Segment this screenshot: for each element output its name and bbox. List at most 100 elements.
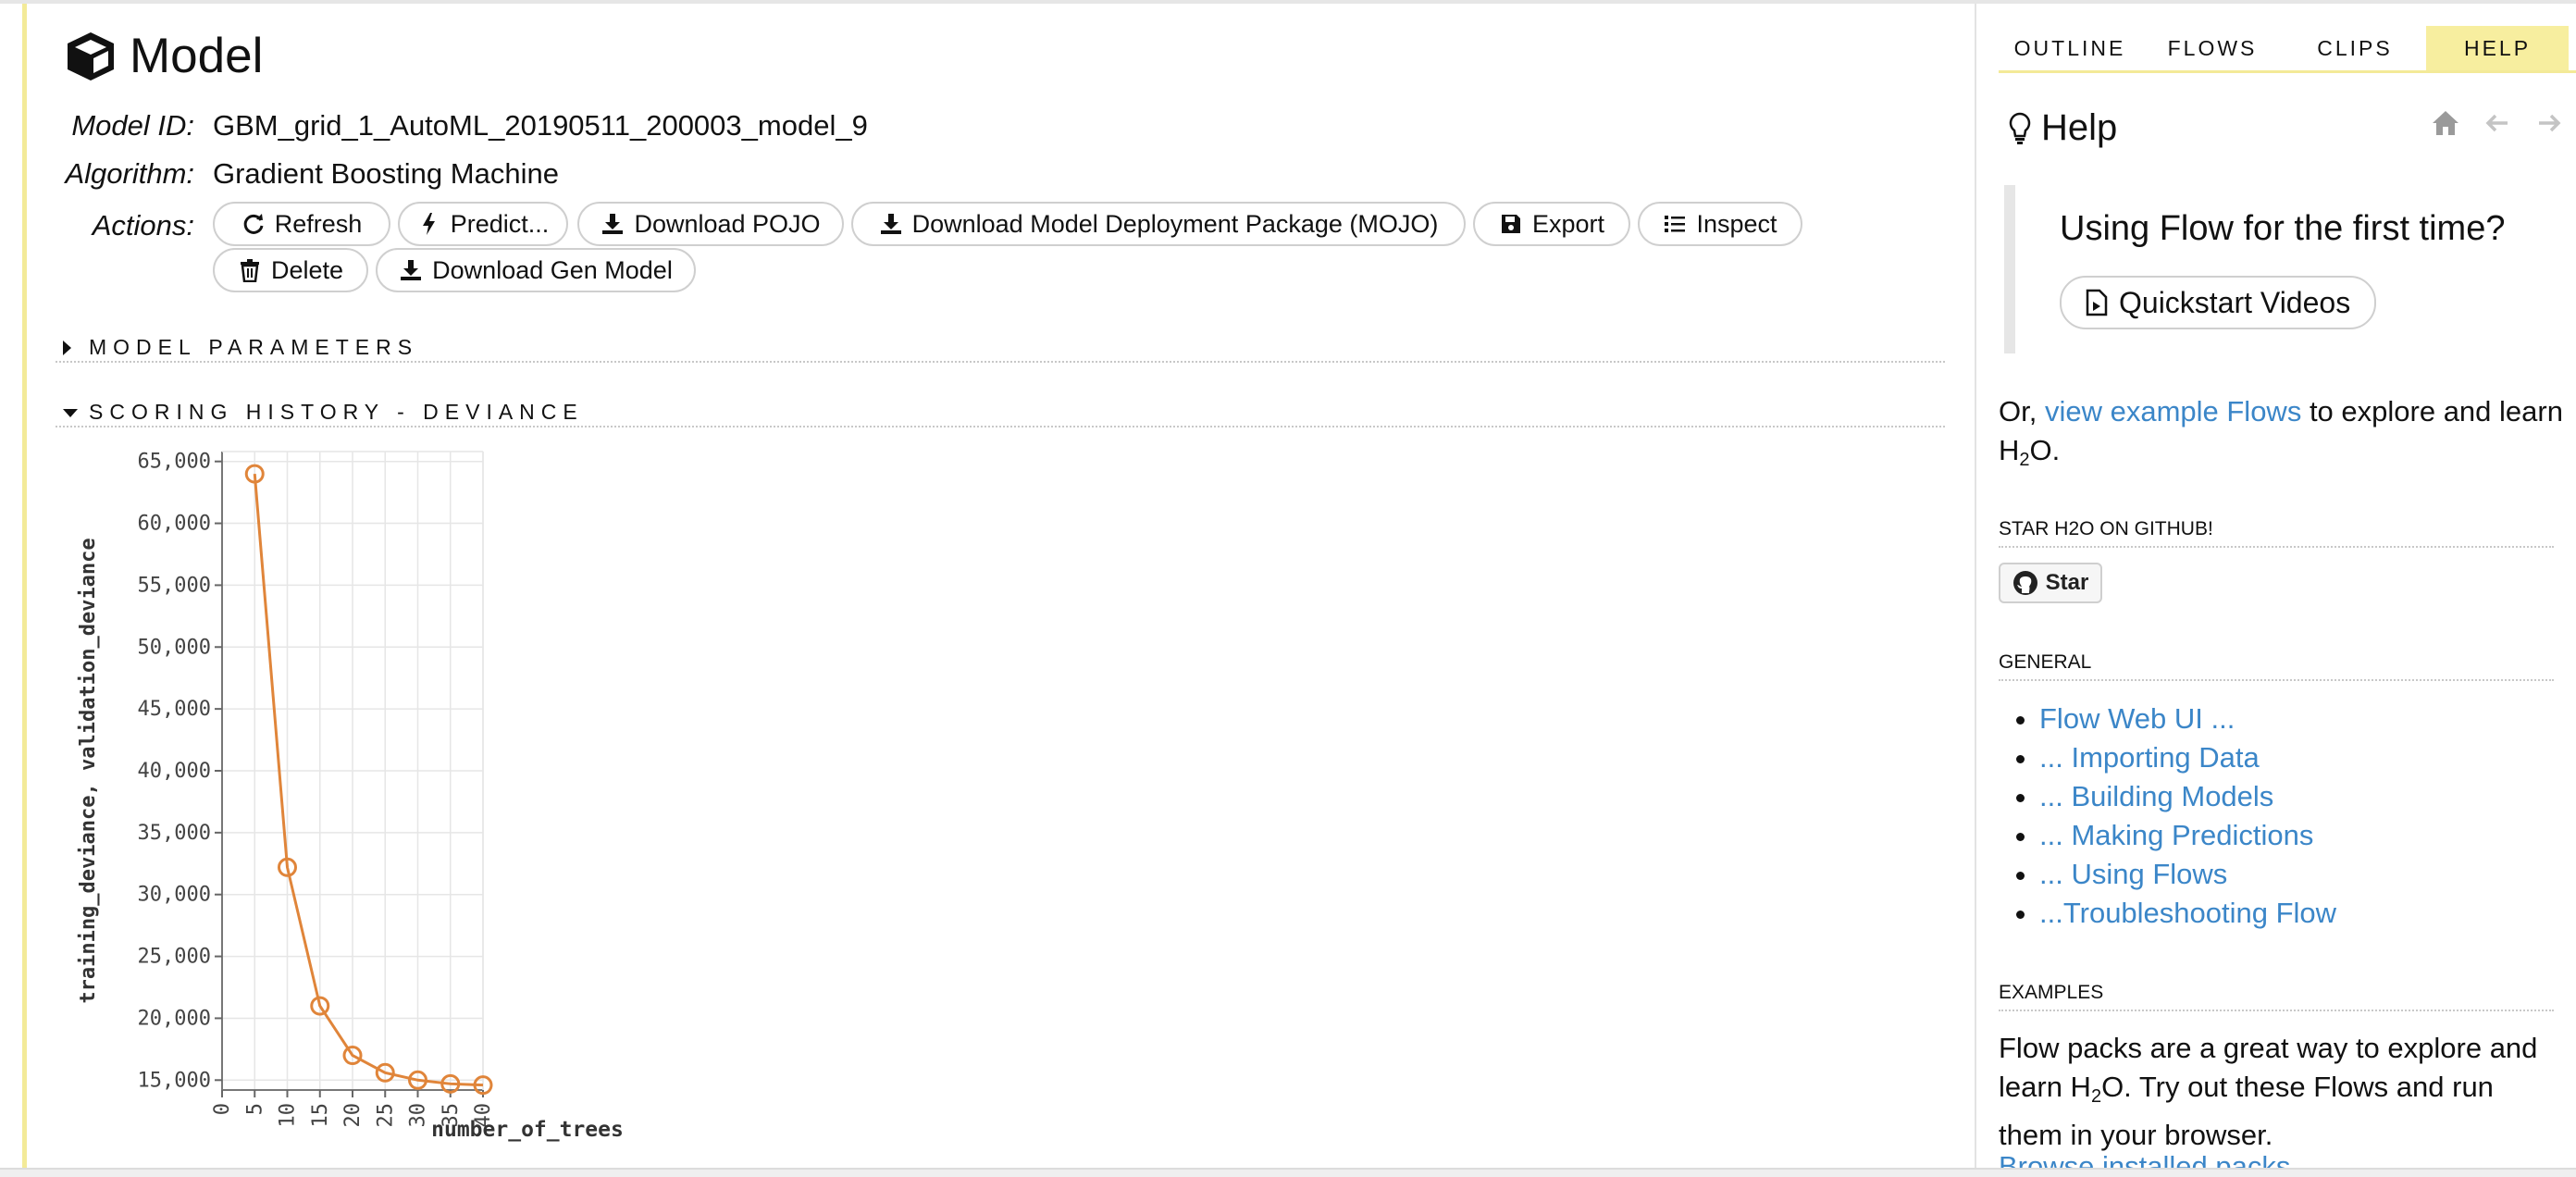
predict-button[interactable]: Predict... — [398, 202, 568, 246]
tab-help[interactable]: HELP — [2426, 26, 2569, 70]
y-tick-label: 50,000 — [138, 636, 211, 659]
download-pojo-label: Download POJO — [634, 209, 821, 238]
github-star-button[interactable]: Star — [1999, 563, 2102, 603]
list-item: ...Troubleshooting Flow — [2039, 894, 2336, 933]
home-icon[interactable] — [2430, 107, 2461, 139]
actions-label: Actions: — [92, 209, 194, 242]
download-gen-model-button[interactable]: Download Gen Model — [376, 248, 696, 292]
subscript-2: 2 — [2019, 450, 2030, 470]
flow-web-ui-link[interactable]: Flow Web UI ... — [2039, 702, 2235, 735]
caret-down-icon — [63, 409, 78, 417]
y-tick-label: 60,000 — [138, 513, 211, 536]
x-tick-label: 0 — [211, 1103, 234, 1115]
y-tick-label: 40,000 — [138, 760, 211, 783]
troubleshooting-flow-link[interactable]: ...Troubleshooting Flow — [2039, 897, 2336, 929]
scoring-history-section-title: SCORING HISTORY - DEVIANCE — [89, 400, 584, 424]
y-tick-label: 15,000 — [138, 1069, 211, 1092]
refresh-label: Refresh — [274, 209, 363, 238]
building-models-link[interactable]: ... Building Models — [2039, 780, 2273, 812]
x-tick-label: 10 — [277, 1103, 300, 1128]
y-tick-label: 30,000 — [138, 884, 211, 907]
model-title-text: Model — [130, 29, 264, 83]
inspect-label: Inspect — [1696, 209, 1777, 238]
predict-label: Predict... — [450, 209, 550, 238]
model-id-value: GBM_grid_1_AutoML_20190511_200003_model_… — [213, 109, 868, 142]
download-gen-model-label: Download Gen Model — [432, 255, 673, 284]
bolt-icon — [422, 213, 435, 235]
list-icon — [1665, 216, 1686, 232]
view-example-flows-link[interactable]: view example Flows — [2045, 395, 2301, 427]
example-flows-paragraph: Or, view example Flows to explore and le… — [1999, 392, 2563, 479]
inspect-button[interactable]: Inspect — [1638, 202, 1802, 246]
x-tick-label: 30 — [407, 1103, 430, 1128]
model-parameters-section-title: MODEL PARAMETERS — [89, 335, 419, 359]
export-button[interactable]: Export — [1473, 202, 1630, 246]
y-tick-label: 25,000 — [138, 946, 211, 969]
y-tick-label: 35,000 — [138, 822, 211, 845]
model-output-cell: Model Model ID: GBM_grid_1_AutoML_201905… — [28, 4, 1975, 1171]
model-parameters-section-header[interactable]: MODEL PARAMETERS — [56, 335, 1945, 363]
tab-outline[interactable]: OUTLINE — [1999, 26, 2141, 70]
y-tick-label: 65,000 — [138, 451, 211, 474]
list-item: ... Building Models — [2039, 777, 2336, 816]
examples-paragraph: Flow packs are a great way to explore an… — [1999, 1029, 2563, 1155]
list-item: ... Making Predictions — [2039, 816, 2336, 855]
file-video-icon — [2086, 289, 2108, 316]
y-tick-label: 55,000 — [138, 574, 211, 597]
download-icon — [880, 214, 901, 234]
y-tick-label: 45,000 — [138, 698, 211, 721]
making-predictions-link[interactable]: ... Making Predictions — [2039, 819, 2313, 851]
download-icon — [602, 214, 624, 234]
algorithm-label: Algorithm: — [65, 157, 194, 190]
x-tick-label: 5 — [243, 1103, 266, 1115]
general-section-label: GENERAL — [1999, 651, 2554, 681]
first-time-heading: Using Flow for the first time? — [2060, 209, 2506, 248]
trash-icon — [240, 259, 259, 282]
examples-section-label: EXAMPLES — [1999, 982, 2554, 1011]
list-item: ... Importing Data — [2039, 738, 2336, 777]
chart-y-ticks: 15,000 20,000 25,000 30,000 35,000 40,000 45,0… — [138, 451, 222, 1092]
x-tick-label: 25 — [374, 1103, 397, 1128]
x-tick-label: 20 — [341, 1103, 365, 1128]
series-line — [253, 473, 484, 1087]
window-bottom-border — [0, 1168, 2576, 1177]
model-id-label: Model ID: — [71, 109, 194, 142]
quickstart-videos-button[interactable]: Quickstart Videos — [2060, 276, 2377, 329]
cell-focus-bar — [22, 4, 27, 1170]
download-pojo-button[interactable]: Download POJO — [577, 202, 844, 246]
subscript-2: 2 — [2090, 1086, 2102, 1107]
arrow-right-icon[interactable] — [2533, 107, 2565, 139]
scoring-history-chart: 15,000 20,000 25,000 30,000 35,000 40,000 45,0… — [77, 451, 624, 1142]
help-title: Help — [2008, 107, 2117, 149]
tab-flows[interactable]: FLOWS — [2141, 26, 2284, 70]
list-item: Flow Web UI ... — [2039, 700, 2336, 738]
delete-button[interactable]: Delete — [213, 248, 368, 292]
model-title: Model — [65, 28, 263, 84]
algorithm-value: Gradient Boosting Machine — [213, 157, 559, 190]
download-mojo-button[interactable]: Download Model Deployment Package (MOJO) — [851, 202, 1466, 246]
general-links-list: Flow Web UI ... ... Importing Data ... B… — [1999, 700, 2336, 933]
github-icon — [2012, 571, 2037, 595]
importing-data-link[interactable]: ... Importing Data — [2039, 741, 2260, 774]
o-dot-text: O. — [2029, 434, 2061, 466]
help-title-text: Help — [2041, 107, 2118, 148]
caret-right-icon — [63, 341, 71, 355]
star-label: Star — [2045, 570, 2089, 595]
help-navigation — [2430, 107, 2565, 139]
list-item: ... Using Flows — [2039, 855, 2336, 894]
x-tick-label: 15 — [309, 1103, 332, 1128]
sidebar-tabs: OUTLINE FLOWS CLIPS HELP — [1999, 26, 2576, 73]
tab-clips[interactable]: CLIPS — [2284, 26, 2426, 70]
y-tick-label: 20,000 — [138, 1007, 211, 1030]
quickstart-videos-label: Quickstart Videos — [2119, 285, 2351, 319]
refresh-button[interactable]: Refresh — [213, 202, 390, 246]
chart-y-axis-label: training_deviance, validation_deviance — [77, 538, 100, 1003]
using-flows-link[interactable]: ... Using Flows — [2039, 858, 2227, 890]
chart-x-axis-label: number_of_trees — [431, 1118, 624, 1142]
refresh-icon — [243, 214, 264, 234]
scoring-history-section-header[interactable]: SCORING HISTORY - DEVIANCE — [56, 400, 1945, 427]
download-icon — [401, 260, 422, 280]
cube-icon — [68, 31, 114, 81]
arrow-left-icon[interactable] — [2482, 107, 2513, 139]
star-section-label: STAR H2O ON GITHUB! — [1999, 518, 2554, 548]
